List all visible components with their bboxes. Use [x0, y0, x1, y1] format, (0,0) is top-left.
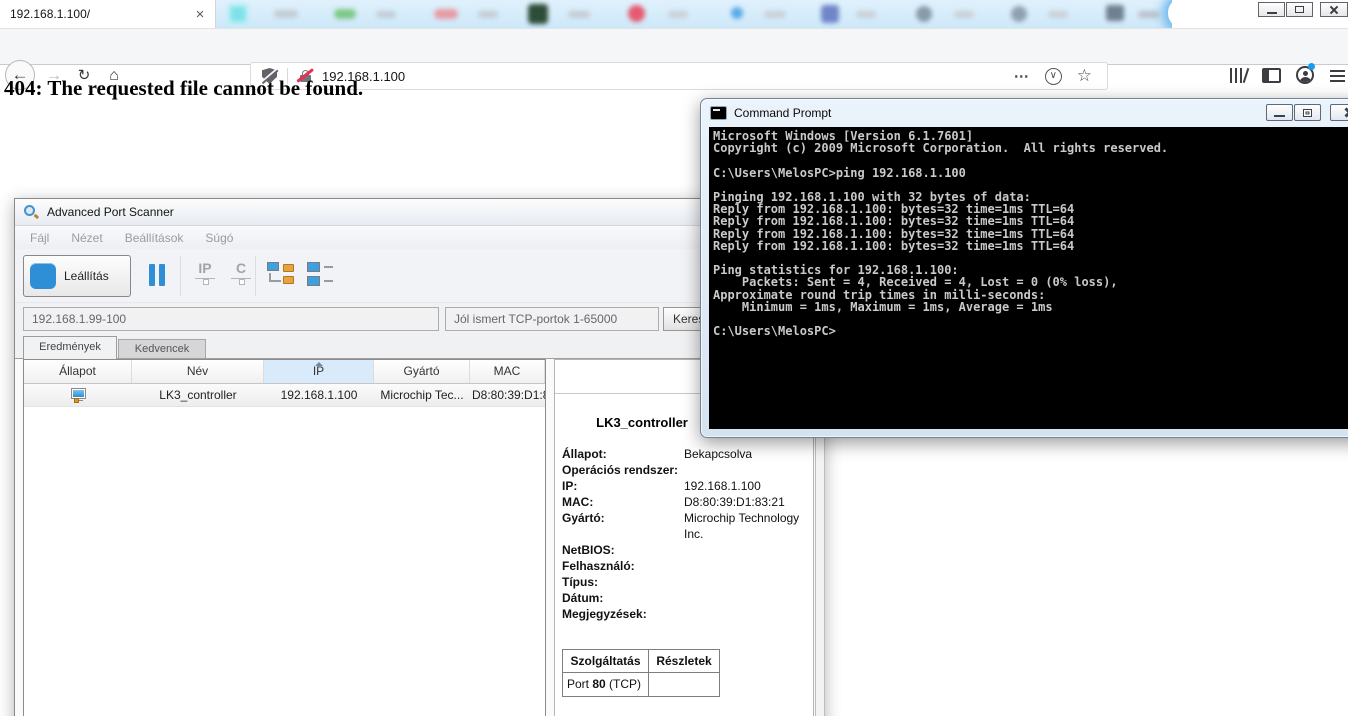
- cmd-app-icon: [710, 106, 727, 120]
- tab-results[interactable]: Eredmények: [23, 336, 117, 359]
- stop-scan-button[interactable]: Leállítás: [23, 255, 131, 297]
- toolbar-separator: [180, 256, 181, 296]
- row-name-cell: LK3_controller: [159, 388, 237, 402]
- tab-bar: 192.168.1.100/ ×: [0, 0, 1348, 28]
- cmd-close-button[interactable]: [1330, 104, 1348, 121]
- detail-field-value: Microchip Technology Inc.: [684, 511, 800, 541]
- pause-icon[interactable]: [149, 264, 166, 286]
- detail-field-value: 192.168.1.100: [684, 479, 761, 493]
- device-title: LK3_controller: [596, 415, 688, 430]
- detail-field-value: [684, 606, 810, 622]
- cmd-restore-button[interactable]: [1294, 104, 1321, 121]
- close-icon: [1344, 107, 1348, 118]
- library-icon[interactable]: [1228, 66, 1250, 86]
- row-ip-cell: 192.168.1.100: [280, 388, 358, 402]
- cmd-minimize-button[interactable]: [1266, 104, 1293, 121]
- detail-field-value: [684, 542, 810, 558]
- column-status[interactable]: Állapot: [24, 360, 132, 383]
- tab-favorites[interactable]: Kedvencek: [118, 339, 206, 359]
- toolbar-separator: [255, 256, 256, 296]
- cmd-titlebar[interactable]: Command Prompt: [701, 99, 1348, 127]
- browser-toolbar: ← → ↻ ⌂ 192.168.1.100 ⋯ ∨ ☆: [0, 28, 1348, 90]
- pocket-icon[interactable]: ∨: [1044, 67, 1062, 85]
- scanner-window-title: Advanced Port Scanner: [47, 205, 174, 219]
- menu-icon[interactable]: [1330, 70, 1345, 82]
- results-table: Állapot Név IP Gyártó MAC LK3_controller…: [23, 359, 546, 716]
- services-row: Port 80 (TCP): [563, 673, 719, 696]
- service-details-cell: [649, 673, 719, 696]
- detail-field-value: [684, 590, 810, 606]
- sidebar-icon[interactable]: [1262, 68, 1281, 83]
- row-status-cell: [24, 387, 132, 404]
- cmd-window-title: Command Prompt: [734, 106, 832, 120]
- detail-field-label: MAC:: [562, 495, 594, 509]
- stop-icon: [30, 263, 56, 289]
- scanner-app-icon: [23, 204, 40, 220]
- detail-field-value: Bekapcsolva: [684, 447, 753, 461]
- detail-field-value: [684, 574, 810, 590]
- detail-field-label: Típus:: [562, 575, 598, 589]
- browser-tab[interactable]: 192.168.1.100/ ×: [0, 0, 216, 28]
- browser-maximize-button[interactable]: [1286, 2, 1313, 17]
- menu-view[interactable]: Nézet: [60, 231, 113, 245]
- browser-minimize-button[interactable]: [1258, 2, 1285, 17]
- detail-field-value: D8:80:39:D1:83:21: [684, 495, 785, 509]
- column-name[interactable]: Név: [132, 360, 264, 383]
- detail-field-value: [684, 558, 810, 574]
- bookmark-star-icon[interactable]: ☆: [1077, 66, 1092, 86]
- menu-settings[interactable]: Beállítások: [114, 231, 195, 245]
- detail-field-label: Megjegyzések:: [562, 607, 647, 621]
- minimize-icon: [1274, 115, 1285, 117]
- detail-field-value: [684, 462, 810, 478]
- browser-close-button[interactable]: [1320, 2, 1348, 17]
- ip-range-input[interactable]: [23, 307, 439, 331]
- services-table: Szolgáltatás Részletek Port 80 (TCP): [562, 649, 720, 697]
- computer-tools-icon[interactable]: C: [227, 260, 255, 285]
- computer-online-icon: [70, 387, 87, 404]
- minimize-icon: [1266, 11, 1277, 14]
- page-error-text: 404: The requested file cannot be found.: [4, 76, 364, 100]
- terminal-screen[interactable]: Microsoft Windows [Version 6.1.7601] Cop…: [709, 127, 1348, 429]
- services-table-header: Szolgáltatás Részletek: [563, 650, 719, 673]
- terminal-output: Microsoft Windows [Version 6.1.7601] Cop…: [713, 129, 1169, 339]
- service-port-cell: Port 80 (TCP): [563, 673, 649, 696]
- sort-ascending-icon: [314, 362, 323, 366]
- detail-field-label: Dátum:: [562, 591, 604, 605]
- ip-tools-icon[interactable]: IP: [191, 260, 219, 285]
- address-bar[interactable]: 192.168.1.100 ⋯ ∨ ☆: [250, 62, 1108, 90]
- detail-field-label: Operációs rendszer:: [562, 463, 679, 477]
- url-text[interactable]: 192.168.1.100: [322, 69, 1014, 84]
- menu-help[interactable]: Súgó: [194, 231, 244, 245]
- account-badge: [1308, 63, 1315, 70]
- stop-label: Leállítás: [64, 269, 109, 283]
- detail-field-label: Felhasználó:: [562, 559, 635, 573]
- maximize-icon: [1295, 6, 1304, 13]
- detail-field-label: NetBIOS:: [562, 543, 615, 557]
- detail-field-label: Gyártó:: [562, 511, 605, 525]
- results-table-header: Állapot Név IP Gyártó MAC: [24, 360, 545, 384]
- detail-field-label: IP:: [562, 479, 578, 493]
- blurred-tab-strip: [216, 0, 1172, 28]
- network-tree-view-icon[interactable]: [267, 262, 301, 290]
- row-vendor-cell: Microchip Tec...: [380, 388, 464, 402]
- tab-title: 192.168.1.100/: [10, 7, 91, 21]
- command-prompt-window: Command Prompt Microsoft Windows [Versio…: [700, 98, 1348, 438]
- table-row[interactable]: LK3_controller 192.168.1.100 Microchip T…: [24, 384, 545, 407]
- restore-icon: [1303, 108, 1312, 117]
- device-fields: Állapot: Bekapcsolva Operációs rendszer: …: [562, 446, 810, 622]
- page-actions-icon[interactable]: ⋯: [1014, 67, 1030, 85]
- row-mac-cell: D8:80:39:D1:83:21: [472, 388, 545, 402]
- tab-close-icon[interactable]: ×: [191, 6, 209, 23]
- column-ip[interactable]: IP: [264, 360, 374, 383]
- column-vendor[interactable]: Gyártó: [374, 360, 470, 383]
- services-column-service: Szolgáltatás: [563, 650, 649, 672]
- detail-field-label: Állapot:: [562, 447, 607, 461]
- blurred-icons: [216, 0, 1172, 28]
- ports-input[interactable]: [445, 307, 659, 331]
- list-view-icon[interactable]: [307, 262, 341, 290]
- menu-file[interactable]: Fájl: [19, 231, 60, 245]
- column-mac[interactable]: MAC: [470, 360, 545, 383]
- close-icon: [1329, 5, 1339, 15]
- services-column-details: Részletek: [656, 654, 712, 668]
